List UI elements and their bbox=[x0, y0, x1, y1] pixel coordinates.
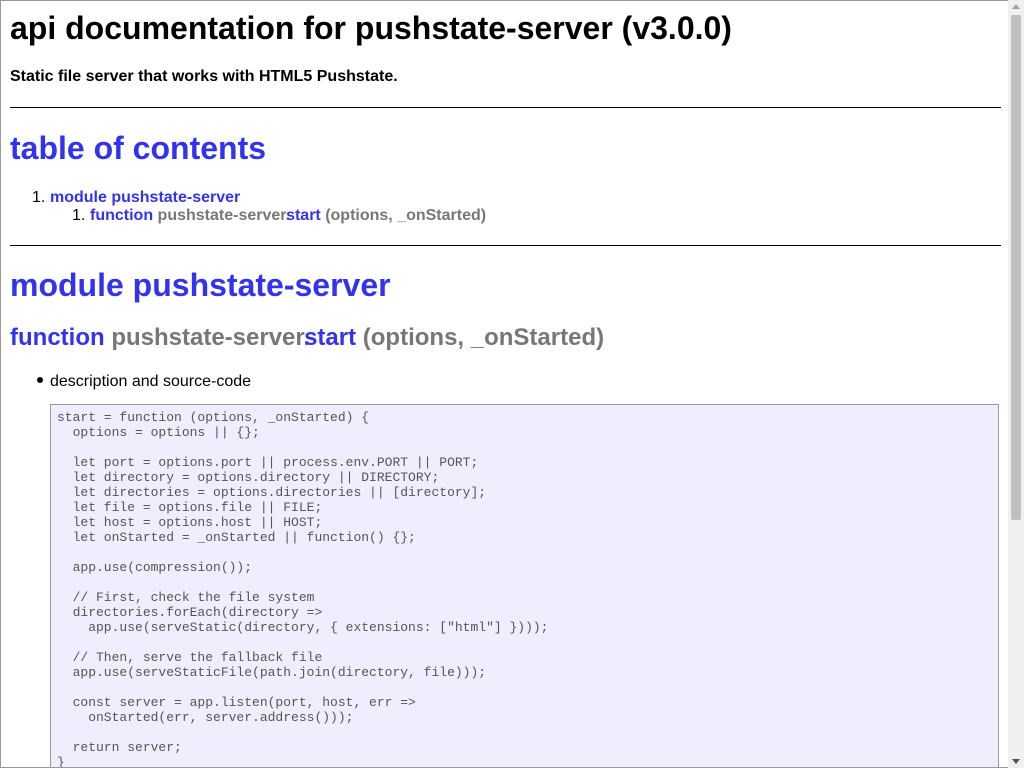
toc-link-function-start[interactable]: function pushstate-server.start (options… bbox=[90, 206, 486, 226]
toc-function-args: (options, _onStarted) bbox=[325, 207, 487, 224]
description-label: description and source-code bbox=[50, 373, 252, 390]
divider bbox=[10, 245, 1001, 246]
document-viewport: api documentation for pushstate-server (… bbox=[0, 0, 1008, 768]
toc-item-number: 1. bbox=[32, 189, 46, 206]
divider bbox=[10, 107, 1001, 108]
page-subtitle: Static file server that works with HTML5… bbox=[10, 68, 398, 85]
function-name: start bbox=[304, 324, 357, 351]
vertical-scrollbar[interactable] bbox=[1008, 0, 1024, 768]
toc-function-keyword: function bbox=[90, 207, 154, 224]
scroll-down-arrow-icon[interactable] bbox=[1012, 759, 1020, 764]
list-bullet bbox=[37, 377, 43, 383]
function-heading[interactable]: function pushstate-server.start (options… bbox=[10, 322, 604, 354]
toc-function-name: start bbox=[286, 207, 321, 224]
scrollbar-thumb[interactable] bbox=[1011, 15, 1021, 520]
toc-function-prefix: pushstate-server. bbox=[157, 207, 291, 224]
function-prefix: pushstate-server. bbox=[111, 324, 311, 351]
function-args: (options, _onStarted) bbox=[362, 324, 605, 351]
source-code: start = function (options, _onStarted) {… bbox=[57, 410, 549, 768]
function-keyword: function bbox=[10, 324, 105, 351]
toc-subitem-number: 1. bbox=[72, 207, 86, 224]
toc-heading[interactable]: table of contents bbox=[10, 128, 266, 168]
source-code-block: start = function (options, _onStarted) {… bbox=[50, 404, 999, 768]
page-title: api documentation for pushstate-server (… bbox=[10, 10, 732, 46]
module-heading[interactable]: module pushstate-server bbox=[10, 265, 391, 305]
scroll-up-arrow-icon[interactable] bbox=[1012, 4, 1020, 9]
toc-link-module[interactable]: module pushstate-server bbox=[50, 188, 240, 208]
